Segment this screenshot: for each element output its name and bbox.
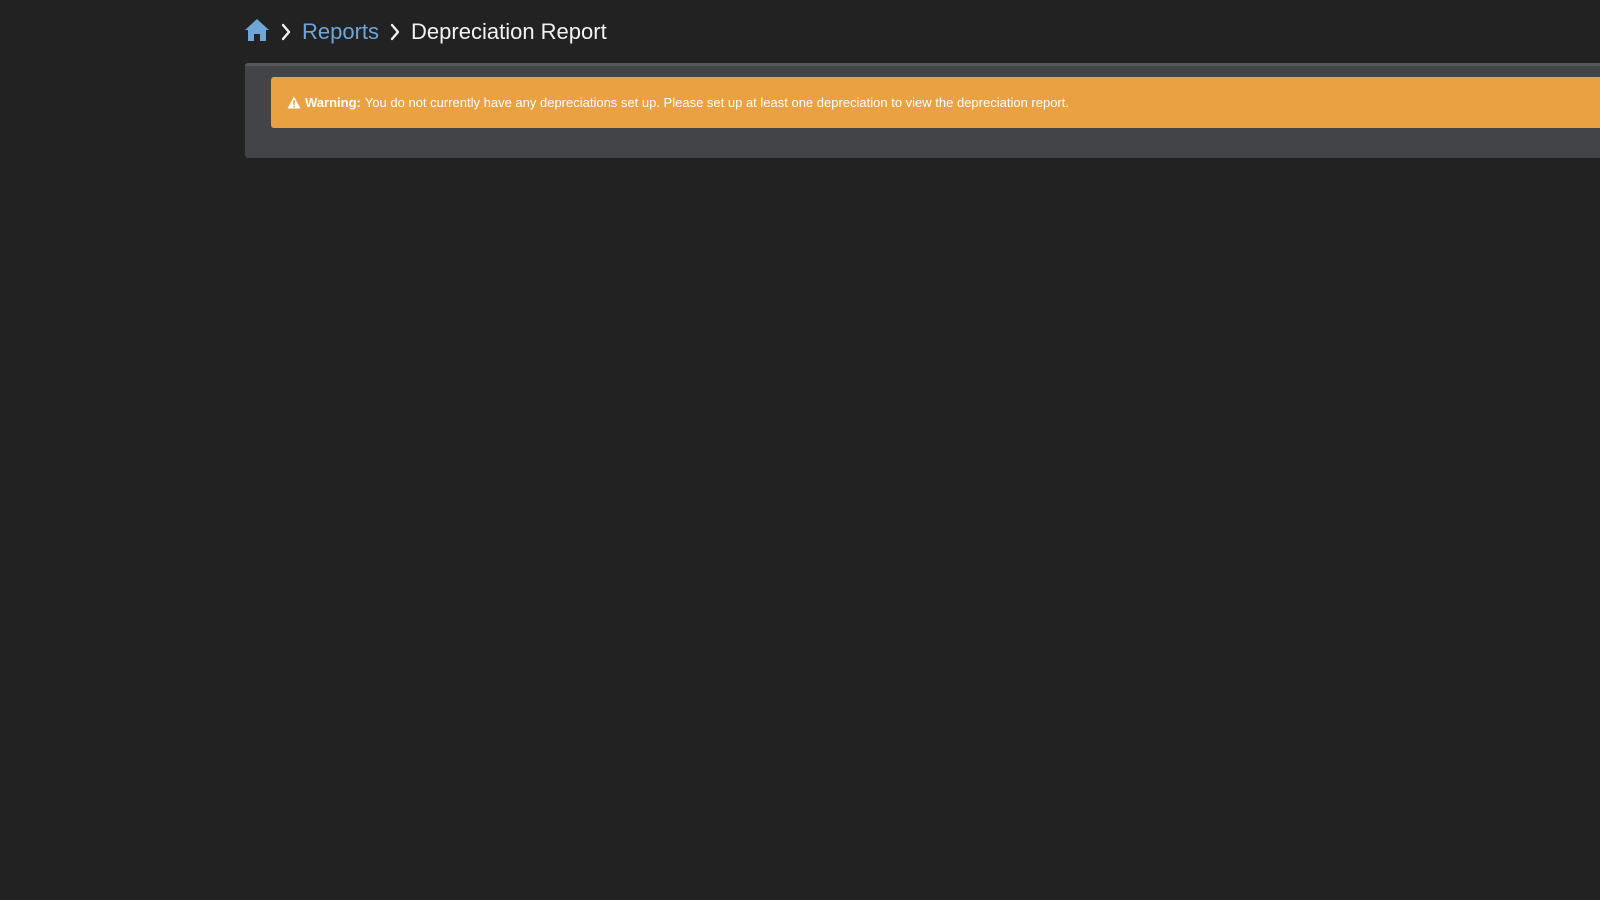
breadcrumb: Reports Depreciation Report [244, 17, 607, 47]
page-title: Depreciation Report [411, 19, 607, 44]
breadcrumb-reports-link[interactable]: Reports [302, 21, 379, 43]
chevron-right-icon [389, 23, 401, 41]
warning-label: Warning: [305, 95, 361, 110]
warning-triangle-icon [287, 96, 301, 109]
report-panel: Warning: You do not currently have any d… [245, 63, 1600, 158]
home-icon [244, 18, 270, 47]
home-link[interactable] [244, 18, 270, 47]
chevron-right-icon [280, 23, 292, 41]
warning-alert: Warning: You do not currently have any d… [271, 77, 1600, 128]
warning-message: You do not currently have any depreciati… [364, 95, 1069, 110]
